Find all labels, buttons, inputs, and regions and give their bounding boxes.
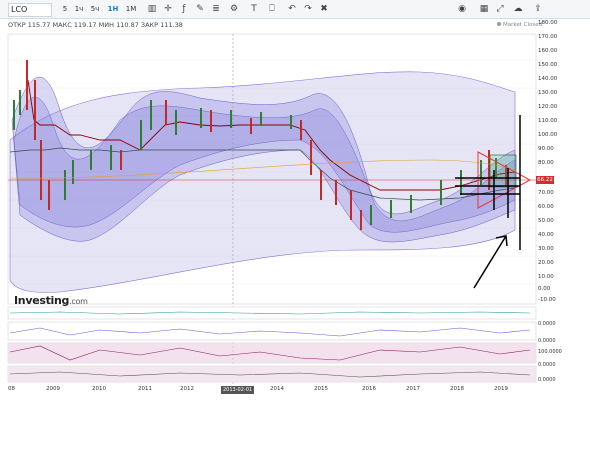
year-axis-label: 2019: [494, 386, 508, 392]
logo-suffix: .com: [69, 297, 88, 306]
timeframe-1w[interactable]: 1Н: [106, 3, 120, 15]
settings-icon[interactable]: ⚙: [228, 3, 240, 15]
price-axis-label: 50.00: [538, 218, 554, 224]
compare-icon[interactable]: ≣: [210, 3, 222, 15]
year-axis-label: 2010: [92, 386, 106, 392]
year-axis-label: 2014: [270, 386, 284, 392]
timeframe-5min[interactable]: 5: [58, 3, 72, 15]
price-axis-label: 80.00: [538, 160, 554, 166]
candlestick-icon[interactable]: ▥: [146, 3, 158, 15]
price-axis-label: 130.00: [538, 90, 558, 96]
camera-icon[interactable]: ◉: [456, 3, 468, 15]
price-axis-label: 180.00: [538, 20, 558, 26]
price-axis-label: 160.00: [538, 48, 558, 54]
price-axis-label: 0.00: [538, 286, 551, 292]
price-axis-label: 20.00: [538, 260, 554, 266]
price-axis-label: 110.00: [538, 118, 558, 124]
clear-icon[interactable]: ⎕: [266, 3, 278, 15]
price-axis-label: 150.00: [538, 62, 558, 68]
price-chart[interactable]: [0, 18, 590, 398]
price-axis-label: 60.00: [538, 204, 554, 210]
timeframe-1h[interactable]: 1ч: [72, 3, 86, 15]
share-icon[interactable]: ⇪: [532, 3, 544, 15]
year-axis-label: 2012: [180, 386, 194, 392]
year-axis-label: 08: [8, 386, 15, 392]
indicator-axis-label: 100.0000: [538, 349, 562, 355]
cloud-icon[interactable]: ☁: [512, 3, 524, 15]
price-axis-label: 10.00: [538, 274, 554, 280]
investing-logo: Investing.com: [14, 294, 88, 307]
price-axis-label: 100.00: [538, 132, 558, 138]
indicator-panes: [7, 306, 537, 383]
year-axis-label: 2017: [406, 386, 420, 392]
year-axis-label: 2018: [450, 386, 464, 392]
indicators-icon[interactable]: ƒ: [178, 3, 190, 15]
timeframe-1m[interactable]: 1М: [124, 3, 138, 15]
price-axis-label: 40.00: [538, 232, 554, 238]
fullscreen-icon[interactable]: ⤢: [494, 3, 506, 15]
year-axis-label: 2011: [138, 386, 152, 392]
timeframe-5h[interactable]: 5ч: [88, 3, 102, 15]
redo-icon[interactable]: ↷: [302, 3, 314, 15]
crosshair-icon[interactable]: ✛: [162, 3, 174, 15]
undo-icon[interactable]: ↶: [286, 3, 298, 15]
text-icon[interactable]: T: [248, 3, 260, 15]
delete-icon[interactable]: ✖: [318, 3, 330, 15]
indicator-axis-label: 0.0000: [538, 377, 556, 383]
indicator-axis-label: 0.0000: [538, 362, 556, 368]
draw-icon[interactable]: ✎: [194, 3, 206, 15]
year-axis-label: 2015: [314, 386, 328, 392]
symbol-input[interactable]: LCO: [8, 3, 52, 17]
price-axis-label: 120.00: [538, 104, 558, 110]
layout-icon[interactable]: ▦: [478, 3, 490, 15]
indicator-axis-label: 0.0000: [538, 321, 556, 327]
price-axis-label: 90.00: [538, 146, 554, 152]
last-price-badge: 66.22: [536, 176, 554, 184]
crosshair-date-badge: 2013-02-01: [221, 386, 255, 394]
chart-toolbar: LCO 5 1ч 5ч 1Н 1М ▥ ✛ ƒ ✎ ≣ ⚙ T ⎕ ↶ ↷ ✖ …: [0, 0, 590, 19]
price-axis-label: 70.00: [538, 190, 554, 196]
price-axis-label: 30.00: [538, 246, 554, 252]
indicator-axis-label: 0.0000: [538, 338, 556, 344]
price-axis-label: 140.00: [538, 76, 558, 82]
year-axis-label: 2016: [362, 386, 376, 392]
logo-name: Investing: [14, 294, 70, 307]
year-axis-label: 2009: [46, 386, 60, 392]
price-axis-label: 170.00: [538, 34, 558, 40]
price-axis-label: -10.00: [538, 297, 556, 303]
